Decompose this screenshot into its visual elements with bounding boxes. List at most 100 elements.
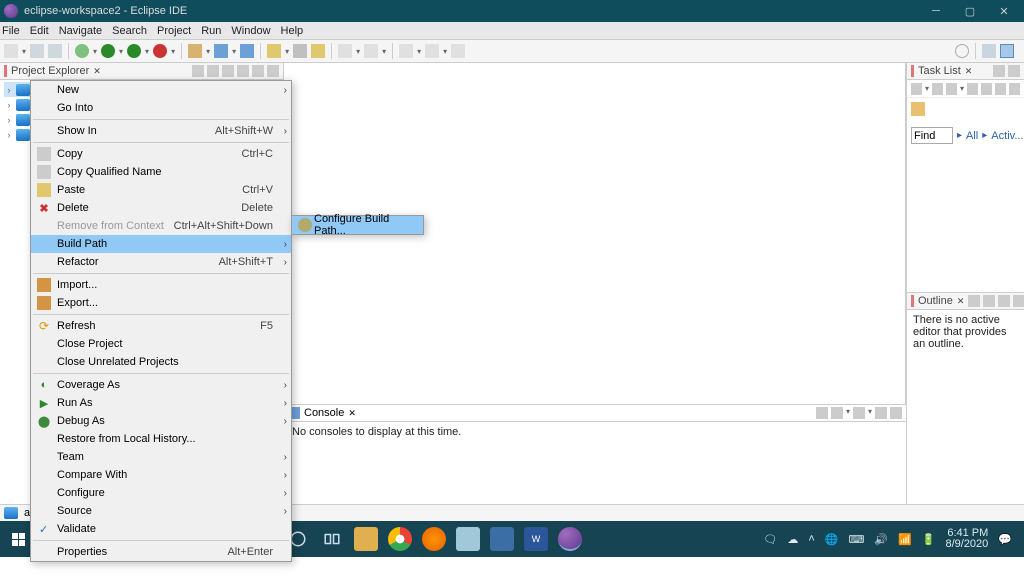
ctx-configure[interactable]: Configure› — [31, 484, 291, 502]
maximize-pane-icon[interactable] — [1013, 295, 1024, 307]
tray-volume-icon[interactable]: 🔊 — [874, 533, 888, 546]
ctx-copy-qualified-name[interactable]: Copy Qualified Name — [31, 163, 291, 181]
prev-annotation-icon[interactable] — [338, 44, 352, 58]
minimize-button[interactable]: ─ — [928, 3, 944, 19]
back-icon[interactable] — [399, 44, 413, 58]
save-icon[interactable] — [30, 44, 44, 58]
ctx-source[interactable]: Source› — [31, 502, 291, 520]
console-tab[interactable]: Console — [304, 407, 344, 419]
maximize-pane-icon[interactable] — [1008, 65, 1020, 77]
menu-help[interactable]: Help — [281, 25, 304, 37]
app-icon[interactable] — [490, 527, 514, 551]
new-package-icon[interactable] — [188, 44, 202, 58]
minimize-pane-icon[interactable] — [252, 65, 264, 77]
task-focus-icon[interactable] — [967, 83, 978, 95]
ctx-refactor[interactable]: RefactorAlt+Shift+T› — [31, 253, 291, 271]
save-all-icon[interactable] — [48, 44, 62, 58]
maximize-console-icon[interactable] — [890, 407, 902, 419]
run-icon[interactable] — [101, 44, 115, 58]
menu-search[interactable]: Search — [112, 25, 147, 37]
firefox-icon[interactable] — [422, 527, 446, 551]
task-categorize-icon[interactable] — [932, 83, 943, 95]
menu-navigate[interactable]: Navigate — [59, 25, 102, 37]
uncategorized-icon[interactable] — [911, 102, 925, 116]
open-console-icon[interactable] — [853, 407, 865, 419]
ctx-restore-from-local-history-[interactable]: Restore from Local History... — [31, 430, 291, 448]
task-view-icon[interactable] — [320, 527, 344, 551]
collapse-all-icon[interactable] — [192, 65, 204, 77]
ctx-close-project[interactable]: Close Project — [31, 335, 291, 353]
open-type-icon[interactable] — [240, 44, 254, 58]
tray-network-icon[interactable]: 🌐 — [825, 533, 839, 546]
java-perspective-icon[interactable] — [1000, 44, 1014, 58]
minimize-console-icon[interactable] — [875, 407, 887, 419]
eclipse-task-icon[interactable] — [558, 527, 582, 551]
start-button[interactable] — [4, 525, 32, 553]
tray-onedrive-icon[interactable]: ☁ — [787, 533, 798, 546]
ctx-validate[interactable]: ✓Validate — [31, 520, 291, 538]
coverage-icon[interactable] — [127, 44, 141, 58]
close-button[interactable]: ✕ — [996, 3, 1012, 19]
maximize-button[interactable]: ▢ — [962, 3, 978, 19]
task-schedule-icon[interactable] — [946, 83, 957, 95]
ctx-show-in[interactable]: Show InAlt+Shift+W› — [31, 122, 291, 140]
display-console-icon[interactable] — [831, 407, 843, 419]
explorer-icon[interactable] — [354, 527, 378, 551]
word-icon[interactable]: W — [524, 527, 548, 551]
configure-build-path[interactable]: Configure Build Path... — [292, 216, 423, 234]
minimize-pane-icon[interactable] — [998, 295, 1010, 307]
menu-run[interactable]: Run — [201, 25, 221, 37]
tray-wifi-icon[interactable]: 📶 — [898, 533, 912, 546]
pin-console-icon[interactable] — [816, 407, 828, 419]
ctx-remove-from-context[interactable]: Remove from ContextCtrl+Alt+Shift+Down — [31, 217, 291, 235]
perspective-open-icon[interactable] — [982, 44, 996, 58]
menu-file[interactable]: File — [2, 25, 20, 37]
notifications-icon[interactable]: 💬 — [998, 533, 1012, 546]
ctx-new[interactable]: New› — [31, 81, 291, 99]
ctx-copy[interactable]: CopyCtrl+C — [31, 145, 291, 163]
menu-project[interactable]: Project — [157, 25, 191, 37]
task-new-icon[interactable] — [911, 83, 922, 95]
outline-menu-icon[interactable] — [983, 295, 995, 307]
tray-up-icon[interactable]: ˄ — [808, 533, 814, 545]
new-icon[interactable] — [4, 44, 18, 58]
ext-tools-icon[interactable] — [153, 44, 167, 58]
outline-icon1[interactable] — [968, 295, 980, 307]
tray-lang-icon[interactable]: ⌨ — [848, 533, 864, 546]
context-menu[interactable]: New›Go Into Show InAlt+Shift+W› CopyCtrl+C… — [30, 80, 292, 562]
ctx-team[interactable]: Team› — [31, 448, 291, 466]
ctx-import-[interactable]: Import... — [31, 276, 291, 294]
task-collapse-icon[interactable] — [995, 83, 1006, 95]
task-find-input[interactable] — [911, 127, 953, 144]
paint-icon[interactable] — [456, 527, 480, 551]
task-filter-activate[interactable]: Activ... — [991, 130, 1023, 142]
mark-occurrences-icon[interactable] — [311, 44, 325, 58]
ctx-properties[interactable]: PropertiesAlt+Enter — [31, 543, 291, 561]
quick-access-icon[interactable] — [955, 44, 969, 58]
forward-icon[interactable] — [425, 44, 439, 58]
menu-window[interactable]: Window — [231, 25, 270, 37]
system-clock[interactable]: 6:41 PM 8/9/2020 — [945, 528, 988, 550]
maximize-pane-icon[interactable] — [267, 65, 279, 77]
menu-edit[interactable]: Edit — [30, 25, 49, 37]
ctx-paste[interactable]: PasteCtrl+V — [31, 181, 291, 199]
search-icon[interactable] — [267, 44, 281, 58]
ctx-coverage-as[interactable]: ◐Coverage As› — [31, 376, 291, 394]
chrome-icon[interactable] — [388, 527, 412, 551]
build-path-submenu[interactable]: Configure Build Path... — [291, 215, 424, 235]
ctx-delete[interactable]: ✖DeleteDelete — [31, 199, 291, 217]
ctx-run-as[interactable]: ▶Run As› — [31, 394, 291, 412]
ctx-go-into[interactable]: Go Into — [31, 99, 291, 117]
ctx-build-path[interactable]: Build Path› — [31, 235, 291, 253]
ctx-compare-with[interactable]: Compare With› — [31, 466, 291, 484]
view-menu-icon[interactable] — [237, 65, 249, 77]
ctx-refresh[interactable]: ⟳RefreshF5 — [31, 317, 291, 335]
ctx-debug-as[interactable]: ⬤Debug As› — [31, 412, 291, 430]
tray-meet-now-icon[interactable]: 🗨 — [763, 533, 777, 546]
pin-icon[interactable] — [451, 44, 465, 58]
next-annotation-icon[interactable] — [364, 44, 378, 58]
task-menu-icon[interactable] — [1009, 83, 1020, 95]
toggle-breadcrumb-icon[interactable] — [293, 44, 307, 58]
new-class-icon[interactable] — [214, 44, 228, 58]
ctx-export-[interactable]: Export... — [31, 294, 291, 312]
